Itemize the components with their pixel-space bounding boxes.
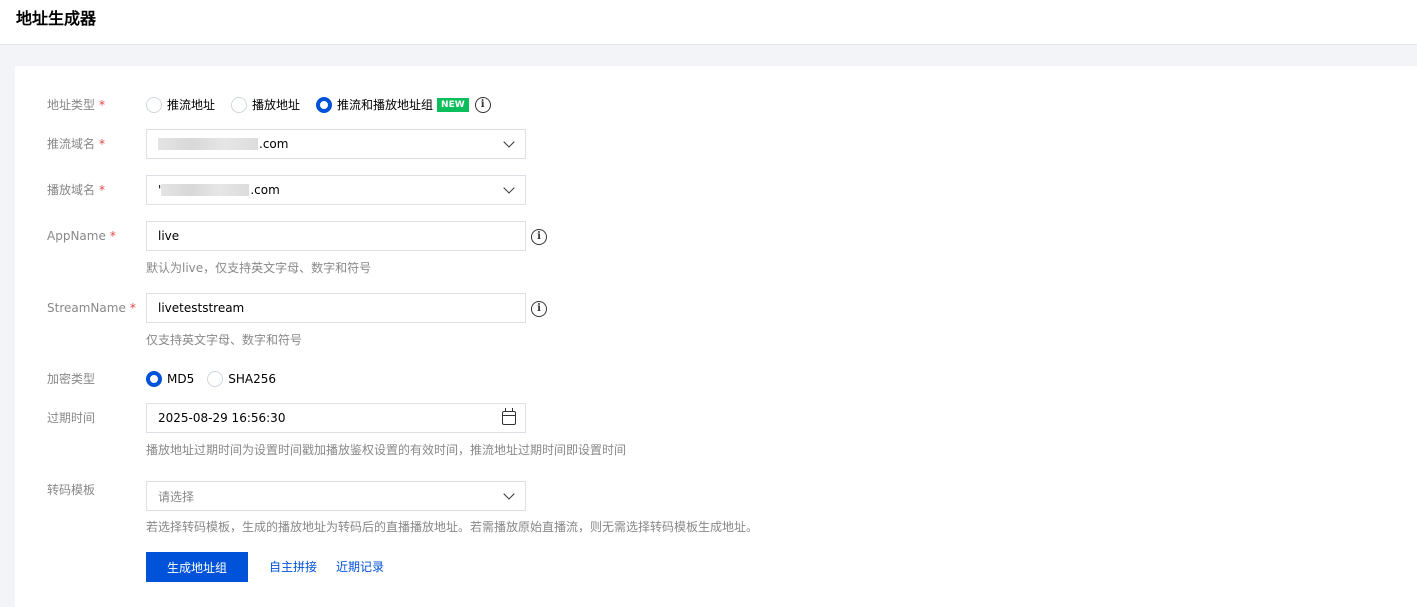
calendar-icon[interactable] bbox=[502, 408, 516, 425]
expire-time-picker[interactable]: 2025-08-29 16:56:30 bbox=[146, 403, 526, 433]
addr-type-label: 地址类型 * bbox=[47, 98, 106, 112]
generate-address-group-button[interactable]: 生成地址组 bbox=[146, 552, 248, 582]
radio-play-address[interactable]: 播放地址 bbox=[231, 96, 300, 114]
play-domain-select[interactable]: ' .com bbox=[146, 175, 526, 205]
radio-circle-checked bbox=[316, 97, 333, 113]
stream-name-input-wrap bbox=[146, 293, 526, 323]
encrypt-type-radio-group: MD5 SHA256 bbox=[146, 370, 292, 388]
radio-md5[interactable]: MD5 bbox=[146, 370, 194, 388]
radio-circle bbox=[207, 371, 224, 387]
recent-records-link[interactable]: 近期记录 bbox=[336, 558, 384, 576]
redacted-domain bbox=[161, 184, 250, 196]
info-circle-icon[interactable]: i bbox=[531, 301, 547, 317]
page-header: 地址生成器 bbox=[0, 0, 1417, 45]
redacted-domain bbox=[158, 138, 258, 150]
radio-push-address[interactable]: 推流地址 bbox=[146, 96, 215, 114]
stream-name-input[interactable] bbox=[158, 301, 488, 315]
info-circle-icon[interactable]: i bbox=[474, 97, 491, 113]
chevron-down-icon bbox=[503, 136, 515, 148]
expire-time-hint: 播放地址过期时间为设置时间戳加播放鉴权设置的有效时间，推流地址过期时间即设置时间 bbox=[146, 443, 627, 457]
transcode-hint: 若选择转码模板，生成的播放地址为转码后的直播播放地址。若需播放原始直播流，则无需… bbox=[146, 520, 759, 534]
page-title: 地址生成器 bbox=[16, 9, 97, 28]
stream-name-label: StreamName * bbox=[47, 301, 136, 315]
app-name-input-wrap bbox=[146, 221, 526, 251]
info-circle-icon[interactable]: i bbox=[531, 229, 547, 245]
form-panel: 地址类型 * 推流地址 播放地址 推流和播放地址组 NEW i 推流域名 * .co… bbox=[15, 66, 1417, 607]
addr-type-radio-group: 推流地址 播放地址 推流和播放地址组 NEW i bbox=[146, 96, 491, 114]
radio-circle-checked bbox=[146, 371, 162, 387]
transcode-label: 转码模板 bbox=[47, 483, 96, 497]
app-name-label: AppName * bbox=[47, 229, 116, 243]
radio-sha256[interactable]: SHA256 bbox=[207, 370, 276, 388]
push-domain-select[interactable]: .com bbox=[146, 129, 526, 159]
chevron-down-icon bbox=[503, 488, 515, 500]
stream-name-hint: 仅支持英文字母、数字和符号 bbox=[146, 333, 303, 347]
app-name-hint: 默认为live，仅支持英文字母、数字和符号 bbox=[146, 261, 372, 275]
play-domain-label: 播放域名 * bbox=[47, 183, 106, 197]
chevron-down-icon bbox=[503, 182, 515, 194]
custom-concat-link[interactable]: 自主拼接 bbox=[269, 558, 317, 576]
radio-push-play-group[interactable]: 推流和播放地址组 NEW bbox=[316, 96, 469, 114]
new-badge: NEW bbox=[437, 98, 469, 112]
radio-circle bbox=[231, 97, 248, 113]
push-domain-label: 推流域名 * bbox=[47, 137, 106, 151]
encrypt-type-label: 加密类型 bbox=[47, 372, 96, 386]
transcode-select[interactable]: 请选择 bbox=[146, 481, 526, 511]
radio-circle bbox=[146, 97, 162, 113]
expire-time-label: 过期时间 bbox=[47, 411, 96, 425]
app-name-input[interactable] bbox=[158, 229, 488, 243]
